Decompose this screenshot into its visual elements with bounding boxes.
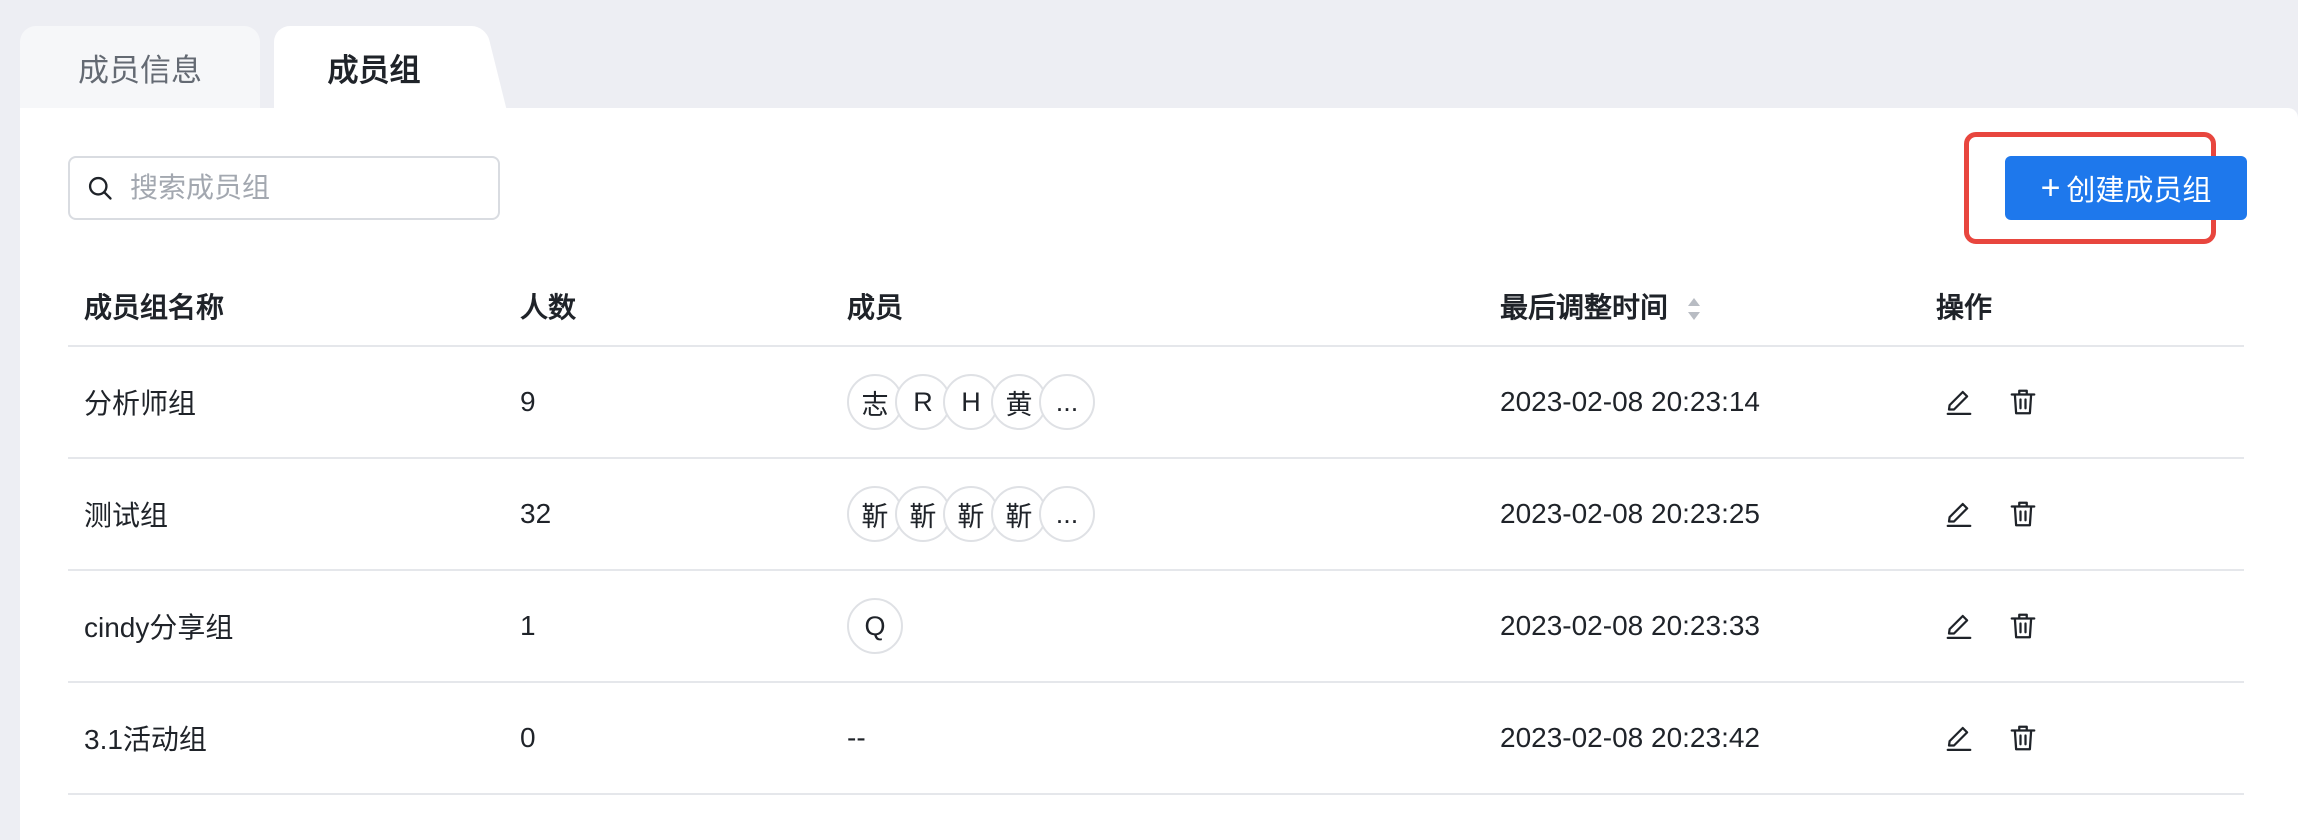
header-actions: 操作 <box>1920 266 2244 347</box>
more-members-avatar[interactable]: ... <box>1039 486 1095 542</box>
group-name: 分析师组 <box>68 346 504 459</box>
create-group-button[interactable]: + 创建成员组 <box>2005 156 2247 220</box>
group-members: 靳 靳 靳 靳 ... <box>831 458 1484 571</box>
tab-bar: 成员信息 成员组 <box>20 26 2298 108</box>
group-name: cindy分享组 <box>68 570 504 683</box>
search-box[interactable] <box>68 156 500 220</box>
delete-icon[interactable] <box>2008 611 2038 641</box>
tab-member-groups[interactable]: 成员组 <box>274 26 474 108</box>
header-updated-label: 最后调整时间 <box>1500 291 1669 323</box>
group-actions <box>1920 346 2244 459</box>
table-header-row: 成员组名称 人数 成员 最后调整时间 操作 <box>68 266 2244 347</box>
more-members-avatar[interactable]: ... <box>1039 374 1095 430</box>
group-actions <box>1920 570 2244 683</box>
sort-icon[interactable] <box>1686 296 1702 322</box>
group-name: 测试组 <box>68 458 504 571</box>
edit-icon[interactable] <box>1944 499 1974 529</box>
group-actions <box>1920 682 2244 795</box>
header-name: 成员组名称 <box>68 266 504 347</box>
tab-member-info[interactable]: 成员信息 <box>20 26 260 108</box>
table-row: 测试组 32 靳 靳 靳 靳 ... 2023-02-08 20:23:25 <box>68 458 2244 571</box>
member-groups-panel: + 创建成员组 成员组名称 人数 成员 最后调整时间 <box>20 108 2298 840</box>
group-updated: 2023-02-08 20:23:14 <box>1484 346 1920 459</box>
avatar[interactable]: Q <box>847 598 903 654</box>
header-count: 人数 <box>504 266 831 347</box>
search-input[interactable] <box>130 172 490 204</box>
edit-icon[interactable] <box>1944 611 1974 641</box>
group-updated: 2023-02-08 20:23:25 <box>1484 458 1920 571</box>
group-name: 3.1活动组 <box>68 682 504 795</box>
table-row: 3.1活动组 0 -- 2023-02-08 20:23:42 <box>68 682 2244 795</box>
table-row: cindy分享组 1 Q 2023-02-08 20:23:33 <box>68 570 2244 683</box>
edit-icon[interactable] <box>1944 723 1974 753</box>
group-members-empty: -- <box>831 682 1484 795</box>
header-updated[interactable]: 最后调整时间 <box>1484 266 1920 347</box>
group-count: 9 <box>504 346 831 459</box>
edit-icon[interactable] <box>1944 387 1974 417</box>
delete-icon[interactable] <box>2008 723 2038 753</box>
group-count: 32 <box>504 458 831 571</box>
groups-table: 成员组名称 人数 成员 最后调整时间 操作 分析师组 9 志 R H 黄 ...… <box>68 266 2244 795</box>
group-members: Q <box>831 570 1484 683</box>
plus-icon: + <box>2040 168 2061 207</box>
create-group-label: 创建成员组 <box>2066 175 2212 207</box>
group-actions <box>1920 458 2244 571</box>
delete-icon[interactable] <box>2008 387 2038 417</box>
group-count: 0 <box>504 682 831 795</box>
group-updated: 2023-02-08 20:23:42 <box>1484 682 1920 795</box>
search-icon <box>88 176 112 200</box>
delete-icon[interactable] <box>2008 499 2038 529</box>
group-members: 志 R H 黄 ... <box>831 346 1484 459</box>
header-members: 成员 <box>831 266 1484 347</box>
group-count: 1 <box>504 570 831 683</box>
table-row: 分析师组 9 志 R H 黄 ... 2023-02-08 20:23:14 <box>68 346 2244 459</box>
group-updated: 2023-02-08 20:23:33 <box>1484 570 1920 683</box>
